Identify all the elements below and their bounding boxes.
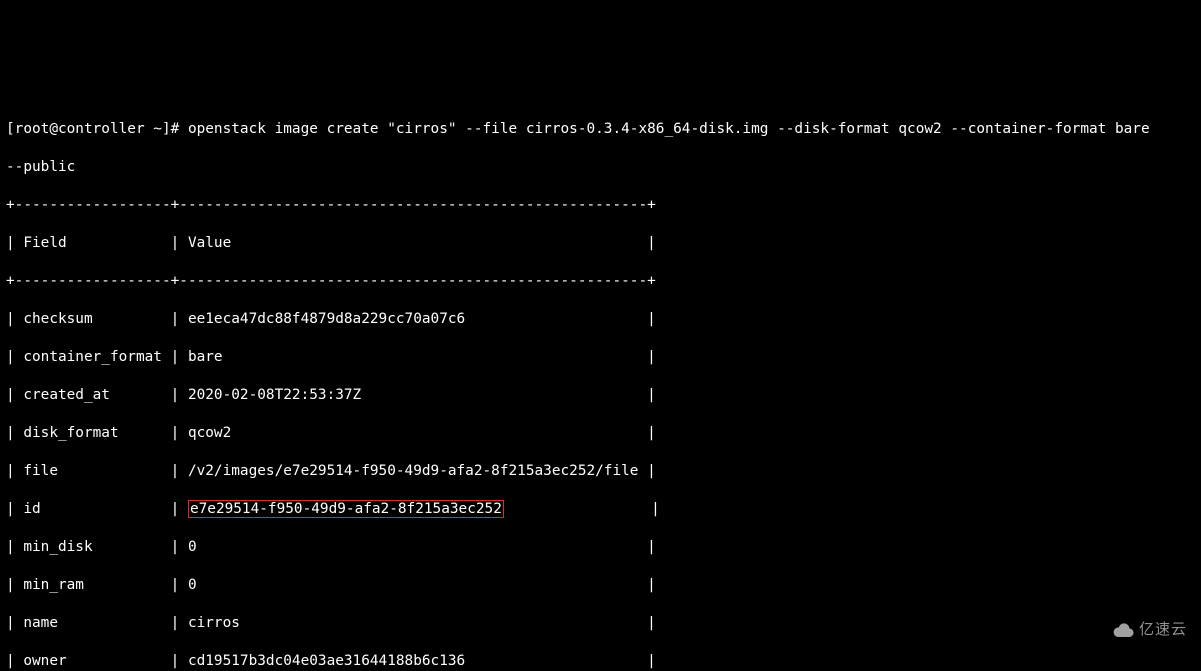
table-border: +------------------+--------------------… [6, 272, 1195, 291]
cloud-icon [1112, 623, 1134, 637]
table-row: | owner | cd19517b3dc04e03ae31644188b6c1… [6, 652, 1195, 671]
table-row: | min_ram | 0 | [6, 576, 1195, 595]
table-row: | min_disk | 0 | [6, 538, 1195, 557]
table-row: | created_at | 2020-02-08T22:53:37Z | [6, 386, 1195, 405]
table-row: | container_format | bare | [6, 348, 1195, 367]
table-row: | file | /v2/images/e7e29514-f950-49d9-a… [6, 462, 1195, 481]
highlighted-id: e7e29514-f950-49d9-afa2-8f215a3ec252 [188, 500, 504, 518]
watermark-text: 亿速云 [1139, 620, 1187, 639]
command-line: [root@controller ~]# openstack image cre… [6, 120, 1195, 139]
terminal-output[interactable]: [root@controller ~]# openstack image cre… [0, 95, 1201, 671]
table-header: | Field | Value | [6, 234, 1195, 253]
watermark: 亿速云 [1112, 620, 1187, 639]
table-border: +------------------+--------------------… [6, 196, 1195, 215]
command-line-cont: --public [6, 158, 1195, 177]
table-row: | checksum | ee1eca47dc88f4879d8a229cc70… [6, 310, 1195, 329]
table-row: | disk_format | qcow2 | [6, 424, 1195, 443]
table-row: | name | cirros | [6, 614, 1195, 633]
table-row-id: | id | e7e29514-f950-49d9-afa2-8f215a3ec… [6, 500, 1195, 519]
